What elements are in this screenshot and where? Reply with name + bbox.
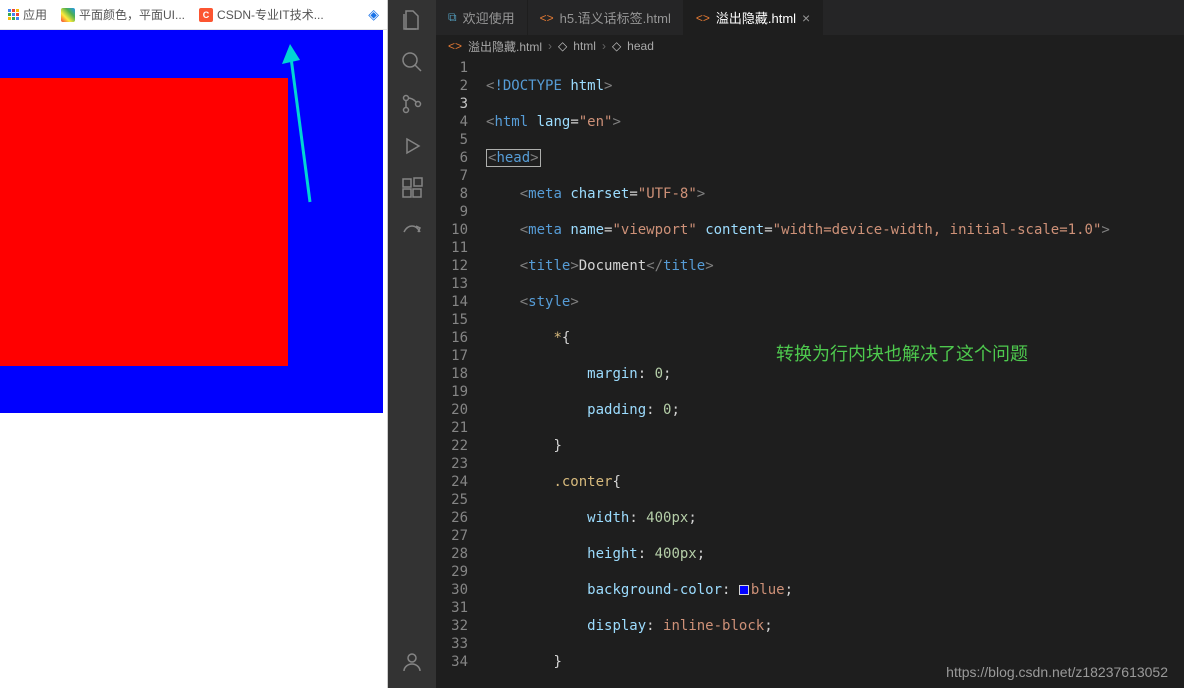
close-icon[interactable]: × xyxy=(802,10,810,26)
tag-icon: ◇ xyxy=(612,39,621,53)
annotation-text: 转换为行内块也解决了这个问题 xyxy=(776,345,1028,363)
vscode-icon: ⧉ xyxy=(448,10,457,25)
breadcrumb[interactable]: <> 溢出隐藏.html › ◇ html › ◇ head xyxy=(436,35,1184,57)
code-content[interactable]: <!DOCTYPE html> <html lang="en"> <head> … xyxy=(486,57,1184,688)
editor-tabs: ⧉ 欢迎使用 <> h5.语义话标签.html <> 溢出隐藏.html × xyxy=(436,0,1184,35)
tab-label: 欢迎使用 xyxy=(463,8,515,27)
breadcrumb-part: head xyxy=(627,39,654,53)
extensions-icon[interactable] xyxy=(400,176,424,200)
vscode-panel: ⧉ 欢迎使用 <> h5.语义话标签.html <> 溢出隐藏.html × <… xyxy=(388,0,1184,688)
color-swatch-blue xyxy=(739,585,749,595)
tab-file-2[interactable]: <> 溢出隐藏.html × xyxy=(684,0,823,35)
explorer-icon[interactable] xyxy=(400,8,424,32)
csdn-icon: C xyxy=(199,8,213,22)
son-box xyxy=(0,78,288,366)
code-editor[interactable]: 1234567891011121314151617181920212223242… xyxy=(436,57,1184,688)
watermark: https://blog.csdn.net/z18237613052 xyxy=(946,664,1168,680)
search-icon[interactable] xyxy=(400,50,424,74)
page-preview xyxy=(0,30,387,418)
apps-label: 应用 xyxy=(23,6,47,23)
annotation-arrow xyxy=(260,42,330,212)
share-icon[interactable] xyxy=(400,218,424,242)
source-control-icon[interactable] xyxy=(400,92,424,116)
breadcrumb-part: html xyxy=(573,39,596,53)
tab-file-1[interactable]: <> h5.语义话标签.html xyxy=(528,0,684,35)
bookmarks-bar: 应用 平面颜色，平面UI... C CSDN-专业IT技术... ◈ xyxy=(0,0,387,30)
chevron-right-icon: › xyxy=(602,39,606,53)
bookmark-item-1[interactable]: 平面颜色，平面UI... xyxy=(61,6,185,23)
tab-label: h5.语义话标签.html xyxy=(560,8,671,27)
breadcrumb-file: 溢出隐藏.html xyxy=(468,38,542,55)
tab-label: 溢出隐藏.html xyxy=(716,8,796,27)
tag-icon: ◇ xyxy=(558,39,567,53)
chevron-right-icon: › xyxy=(548,39,552,53)
line-gutter: 1234567891011121314151617181920212223242… xyxy=(436,57,486,688)
debug-icon[interactable] xyxy=(400,134,424,158)
html-icon: <> xyxy=(448,39,462,53)
apps-icon xyxy=(8,9,19,20)
apps-button[interactable]: 应用 xyxy=(8,6,47,23)
html-icon: <> xyxy=(696,11,710,25)
browser-panel: 应用 平面颜色，平面UI... C CSDN-专业IT技术... ◈ xyxy=(0,0,388,688)
activity-bar xyxy=(388,0,436,688)
tab-welcome[interactable]: ⧉ 欢迎使用 xyxy=(436,0,528,35)
bookmarks-more-icon[interactable]: ◈ xyxy=(368,6,379,23)
bookmark-label: 平面颜色，平面UI... xyxy=(79,6,185,23)
palette-icon xyxy=(61,8,75,22)
bookmark-item-2[interactable]: C CSDN-专业IT技术... xyxy=(199,6,324,23)
html-icon: <> xyxy=(540,11,554,25)
account-icon[interactable] xyxy=(400,650,424,674)
bookmark-label: CSDN-专业IT技术... xyxy=(217,6,324,23)
